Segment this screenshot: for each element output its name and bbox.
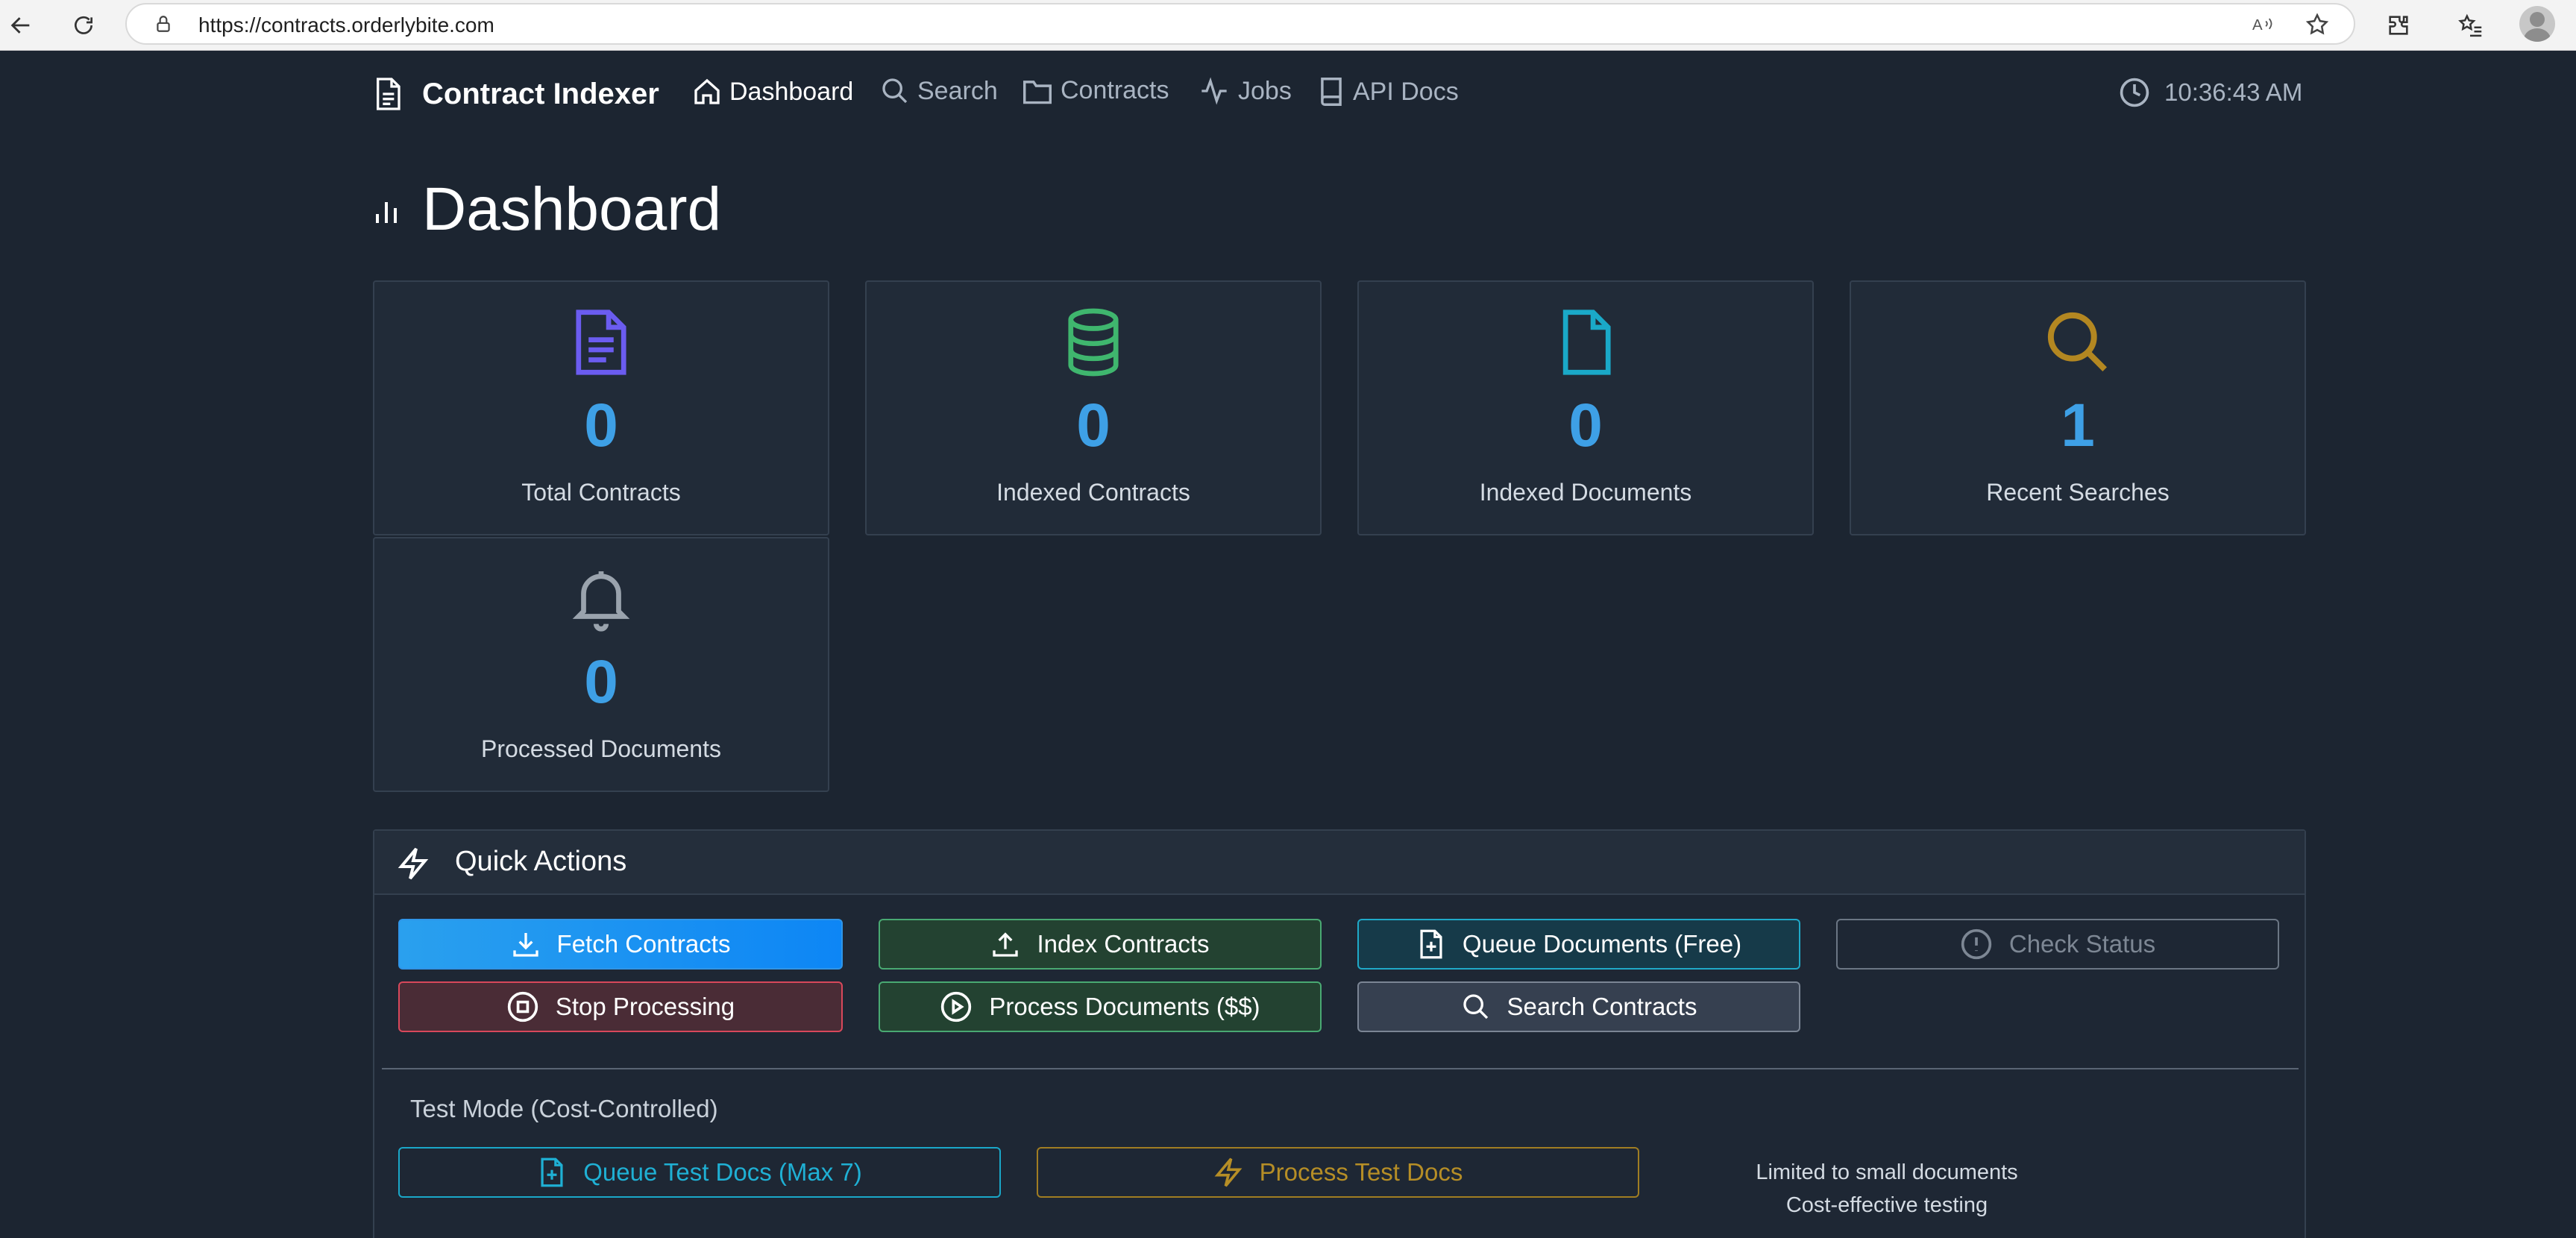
stat-card-indexed-documents: 0 Indexed Documents [1357,280,1814,535]
stat-label: Processed Documents [481,735,721,762]
quick-actions-title: Quick Actions [455,846,627,877]
nav-jobs-label: Jobs [1238,76,1292,105]
stat-value: 0 [1568,392,1603,459]
nav-dashboard[interactable]: Dashboard [692,76,853,107]
clock: 10:36:43 AM [2118,76,2302,109]
brand-title: Contract Indexer [422,77,659,110]
favorite-star-icon[interactable] [2305,12,2330,41]
nav-api-docs[interactable]: API Docs [1317,76,1459,107]
queue-documents-button[interactable]: Queue Documents (Free) [1357,919,1800,970]
nav-search-label: Search [917,76,998,105]
nav-contracts-label: Contracts [1061,76,1169,104]
stat-card-processed-documents: 0 Processed Documents [373,537,829,792]
reload-button[interactable] [63,4,104,46]
fetch-contracts-button[interactable]: Fetch Contracts [398,919,843,970]
page-title: Dashboard [422,175,722,243]
stop-circle-icon [507,991,538,1022]
profile-avatar[interactable] [2519,6,2555,42]
search-icon [882,78,908,104]
stat-label: Indexed Documents [1479,479,1692,506]
stat-card-total-contracts: 0 Total Contracts [373,280,829,535]
app-navbar: Contract Indexer Dashboard Search Contra… [0,51,2576,139]
nav-contracts[interactable]: Contracts [1022,76,1169,105]
arrow-left-icon [10,17,30,34]
page-header: Dashboard [373,175,721,245]
url-text: https://contracts.orderlybite.com [198,13,494,37]
nav-jobs[interactable]: Jobs [1198,76,1292,106]
extensions-button[interactable] [2378,4,2419,46]
file-plus-icon [1420,929,1442,959]
play-circle-icon [941,991,972,1022]
folder-icon [1023,80,1052,104]
search-icon [2047,312,2107,371]
test-mode-title: Test Mode (Cost-Controlled) [410,1095,718,1122]
stop-processing-button[interactable]: Stop Processing [398,981,843,1032]
test-mode-note-1: Limited to small documents [1756,1160,2018,1184]
nav-dashboard-label: Dashboard [729,77,854,106]
lock-icon [154,13,173,38]
bell-icon [572,571,630,632]
stat-card-indexed-contracts: 0 Indexed Contracts [865,280,1322,535]
clock-time: 10:36:43 AM [2164,78,2303,106]
quick-actions-header: Quick Actions [374,831,2305,895]
file-text-icon [576,310,626,375]
activity-icon [1201,77,1227,105]
stat-card-recent-searches: 1 Recent Searches [1850,280,2306,535]
puzzle-icon [2389,16,2408,35]
stat-label: Recent Searches [1986,479,2170,506]
stat-value: 1 [2061,392,2095,459]
document-icon [377,78,400,110]
book-icon [1321,78,1342,106]
browser-toolbar: https://contracts.orderlybite.com A [0,0,2576,51]
process-documents-button[interactable]: Process Documents ($$) [879,981,1322,1032]
check-status-button[interactable]: Check Status [1836,919,2279,970]
index-contracts-button[interactable]: Index Contracts [879,919,1322,970]
divider [382,1068,2299,1069]
search-contracts-button[interactable]: Search Contracts [1357,981,1800,1032]
favorites-list-icon [2458,13,2482,37]
lightning-icon [398,847,429,880]
database-icon [1068,308,1119,377]
bar-chart-icon [376,202,397,223]
queue-test-docs-button[interactable]: Queue Test Docs (Max 7) [398,1147,1001,1198]
stat-label: Indexed Contracts [996,479,1190,506]
nav-search[interactable]: Search [880,76,998,106]
stat-value: 0 [584,392,618,459]
address-bar[interactable]: https://contracts.orderlybite.com A [125,3,2355,45]
test-mode-note-2: Cost-effective testing [1785,1193,1988,1217]
stat-value: 0 [584,648,618,716]
lightning-icon [1214,1157,1243,1187]
upload-icon [993,932,1019,957]
alert-circle-icon [1961,928,1992,960]
read-aloud-icon[interactable]: A [2252,13,2278,40]
quick-actions-panel: Quick Actions Fetch Contracts Index Cont… [373,829,2306,1238]
back-button[interactable] [0,4,42,46]
reload-icon [75,16,92,34]
file-plus-icon [541,1157,563,1187]
search-icon [1463,994,1488,1019]
stat-value: 0 [1076,392,1110,459]
download-icon [512,933,538,957]
stat-label: Total Contracts [521,479,681,506]
nav-api-docs-label: API Docs [1353,77,1459,106]
favorites-button[interactable] [2449,4,2491,46]
svg-text:A: A [2252,17,2263,34]
file-icon [1562,310,1611,375]
home-icon [694,78,720,104]
brand[interactable]: Contract Indexer [373,76,659,112]
process-test-docs-button[interactable]: Process Test Docs [1037,1147,1639,1198]
clock-icon [2120,78,2149,107]
